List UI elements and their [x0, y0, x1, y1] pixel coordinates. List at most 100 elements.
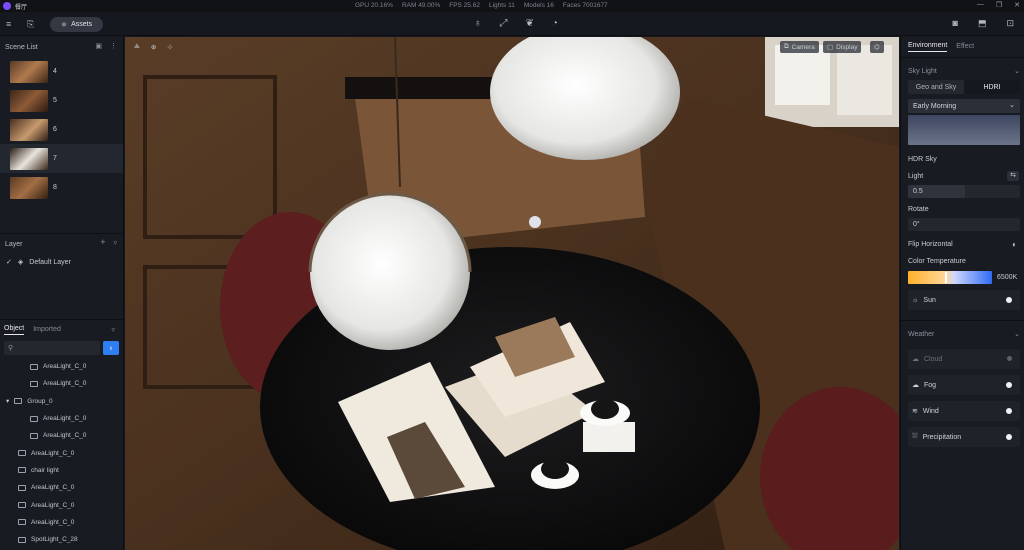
add-scene-icon[interactable]: ▣ — [95, 42, 102, 50]
light-slider[interactable]: 0.5 — [908, 185, 1020, 198]
fog-toggle-row[interactable]: ☁ Fog — [908, 375, 1020, 395]
half-circle-icon[interactable]: ◐ — [1012, 240, 1017, 249]
scene-item[interactable]: 8 — [0, 173, 123, 202]
close-icon[interactable]: ✕ — [1014, 1, 1020, 9]
color-temperature-slider[interactable] — [908, 271, 992, 284]
object-row[interactable]: AreaLight_C_0 — [0, 375, 123, 392]
fog-toggle[interactable] — [1006, 382, 1012, 388]
light-object-icon — [18, 484, 26, 491]
light-object-icon — [18, 467, 26, 474]
fog-icon: ☁ — [912, 382, 919, 389]
flip-horizontal-row: Flip Horizontal ◐ — [908, 240, 1017, 249]
bulb-icon[interactable]: ♁ — [474, 18, 482, 29]
cloud-toggle-row[interactable]: ☁ Cloud — [908, 349, 1020, 369]
app-logo-icon — [3, 2, 11, 10]
more-icon[interactable]: ⋮ — [110, 42, 117, 50]
transform-tools[interactable]: ⟁ ⊕ ⊹ — [130, 41, 177, 53]
area-light-icon[interactable]: ⤢ — [500, 18, 508, 29]
wind-toggle[interactable] — [1006, 408, 1012, 414]
scene-list-title: Scene List — [5, 43, 38, 51]
minimize-icon[interactable]: — — [977, 1, 984, 9]
object-row[interactable]: AreaLight_C_0 — [0, 514, 123, 531]
weather-header[interactable]: Weather ⌄ — [901, 325, 1024, 343]
scene-thumbnail — [10, 118, 48, 141]
search-input[interactable]: ⚲ — [4, 341, 100, 355]
object-row[interactable]: AreaLight_C_0 — [0, 427, 123, 444]
scene-item[interactable]: 6 — [0, 115, 123, 144]
object-row[interactable]: AreaLight_C_0 — [0, 358, 123, 375]
scene-item-active[interactable]: 7 — [0, 144, 123, 173]
scene-item[interactable]: 5 — [0, 86, 123, 115]
assets-button[interactable]: ⚛ Assets — [50, 17, 103, 32]
ram-stat: RAM 49.00% — [401, 2, 441, 9]
light-object-icon — [30, 432, 38, 439]
wind-toggle-row[interactable]: ≋ Wind — [908, 401, 1020, 421]
chevron-down-icon: ⌄ — [1009, 102, 1015, 109]
layer-item-default[interactable]: ✓ ◈ Default Layer — [0, 254, 123, 270]
maximize-icon[interactable]: ❐ — [996, 1, 1002, 9]
object-row[interactable]: AreaLight_C_0 — [0, 444, 123, 461]
leaf-icon[interactable]: ❦ — [526, 18, 534, 29]
timer-icon[interactable]: ◔ — [552, 18, 558, 29]
precipitation-toggle-row[interactable]: ⛆ Precipitation — [908, 427, 1020, 447]
fps-stat: FPS 25.62 — [449, 2, 480, 9]
object-search: ⚲ ♁ — [0, 340, 123, 356]
color-temperature-label: Color Temperature — [908, 258, 966, 265]
collapse-icon[interactable]: ▿ — [113, 239, 117, 247]
seg-hdri[interactable]: HDRI — [964, 80, 1020, 94]
tab-object[interactable]: Object — [4, 325, 25, 335]
object-row[interactable]: AreaLight_C_0 — [0, 496, 123, 513]
scene-item[interactable]: 4 — [0, 57, 123, 86]
seg-geo-and-sky[interactable]: Geo and Sky — [908, 80, 964, 94]
new-file-icon[interactable]: ⎘ — [27, 18, 34, 30]
tab-imported[interactable]: Imported — [33, 326, 61, 335]
light-object-icon — [18, 519, 26, 526]
add-layer-icon[interactable]: + — [100, 237, 105, 247]
tab-effect[interactable]: Effect — [956, 43, 974, 52]
tab-environment[interactable]: Environment — [908, 42, 948, 52]
color-temperature-value: 6500K — [997, 274, 1018, 281]
adjust-icon[interactable]: ⇆ — [1007, 171, 1019, 181]
left-panel: Scene List ▣ ⋮ 4 5 6 7 8 Layer + ▿ ✓ ◈ D… — [0, 37, 124, 550]
expand-triangle-icon[interactable]: ▾ — [6, 397, 9, 405]
object-label: SpotLight_C_28 — [31, 536, 78, 544]
sky-light-header[interactable]: Sky Light ⌄ — [901, 62, 1024, 80]
light-filter-button[interactable]: ♁ — [103, 341, 119, 355]
layer-header: Layer + ▿ — [0, 234, 123, 254]
light-object-icon — [18, 502, 26, 509]
menu-icon[interactable]: ≡ — [6, 18, 11, 30]
wind-icon: ≋ — [912, 408, 918, 415]
object-row[interactable]: AreaLight_C_0 — [0, 479, 123, 496]
temperature-knob[interactable] — [945, 272, 947, 283]
rotate-label: Rotate — [908, 206, 929, 213]
object-group-row[interactable]: ▾ Group_0 — [0, 393, 123, 410]
filter-icon[interactable]: ▿ — [111, 326, 115, 334]
object-row[interactable]: AreaLight_C_0 — [0, 410, 123, 427]
main-toolbar: ≡ ⎘ ⚛ Assets ♁ ⤢ ❦ ◔ ◙ ⬒ ⊡ — [0, 12, 1024, 36]
faces-stat: Faces 7001677 — [562, 2, 608, 9]
scene-thumbnail — [10, 60, 48, 83]
sun-toggle-row[interactable]: ☼ Sun — [908, 290, 1020, 310]
object-row[interactable]: SpotLight_C_28 — [0, 531, 123, 548]
object-label: AreaLight_C_0 — [31, 501, 75, 509]
display-button[interactable]: ▢ Display — [823, 41, 862, 53]
hdr-sky-label: HDR Sky — [908, 156, 937, 163]
precipitation-toggle[interactable] — [1006, 434, 1012, 440]
chevron-down-icon: ⌄ — [1014, 331, 1020, 338]
hdri-preset-select[interactable]: Early Morning ⌄ — [908, 99, 1020, 113]
3d-viewport[interactable]: ⧉ Camera ▢ Display ⌬ ⟁ ⊕ ⊹ — [125, 37, 899, 550]
camera-icon[interactable]: ◙ — [953, 18, 958, 29]
object-label: AreaLight_C_0 — [31, 449, 75, 457]
assets-icon: ⚛ — [60, 21, 68, 29]
cloud-toggle[interactable] — [1007, 356, 1012, 361]
object-row[interactable]: chair light — [0, 462, 123, 479]
scene-list: 4 5 6 7 8 — [0, 57, 123, 202]
camera-button[interactable]: ⧉ Camera — [780, 41, 819, 53]
light-object-icon — [18, 536, 26, 543]
view-mode-button[interactable]: ⌬ — [870, 41, 884, 53]
inbox-icon[interactable]: ⊡ — [1006, 18, 1014, 29]
rotate-field[interactable]: 0° — [908, 218, 1020, 231]
sun-toggle[interactable] — [1006, 297, 1012, 303]
export-icon[interactable]: ⬒ — [978, 18, 987, 29]
scene-thumbnail — [10, 147, 48, 170]
